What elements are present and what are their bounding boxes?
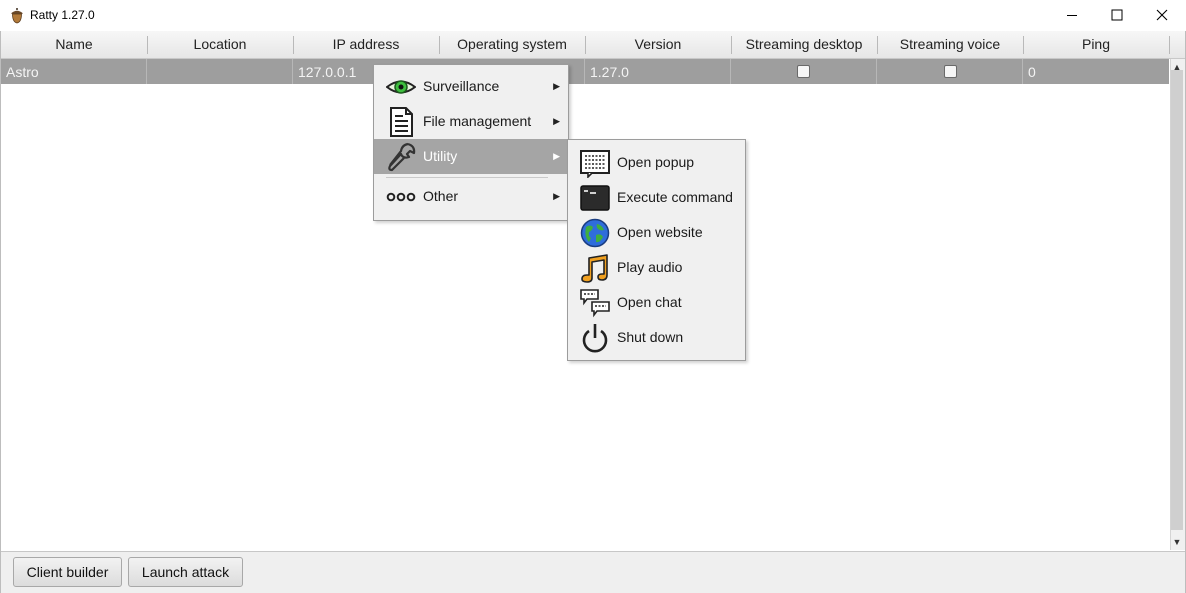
minimize-icon	[1067, 15, 1077, 16]
table-header: Name Location IP address Operating syste…	[1, 31, 1185, 59]
submenu-arrow-icon: ▶	[553, 191, 560, 201]
cell-divider	[730, 59, 731, 84]
streaming-voice-checkbox[interactable]	[944, 65, 957, 78]
column-header-name[interactable]: Name	[1, 31, 147, 58]
cell-divider	[584, 59, 585, 84]
submenu-item-open-website[interactable]: Open website	[568, 215, 745, 250]
submenu-item-play-audio[interactable]: Play audio	[568, 250, 745, 285]
menu-item-label: Utility	[423, 148, 458, 164]
chat-icon	[580, 289, 610, 318]
submenu-item-open-chat[interactable]: Open chat	[568, 285, 745, 320]
scroll-up-icon[interactable]: ▲	[1172, 62, 1182, 72]
close-button[interactable]	[1139, 0, 1185, 30]
submenu-arrow-icon: ▶	[553, 116, 560, 126]
cell-ping: 0	[1028, 64, 1036, 80]
globe-icon	[580, 218, 610, 248]
document-icon	[390, 107, 413, 137]
cell-divider	[1022, 59, 1023, 84]
client-builder-button[interactable]: Client builder	[13, 557, 122, 587]
cell-name: Astro	[6, 64, 39, 80]
title-bar: Ratty 1.27.0	[0, 0, 1186, 31]
column-header-os[interactable]: Operating system	[439, 31, 585, 58]
submenu-arrow-icon: ▶	[553, 81, 560, 91]
utility-submenu: Open popup Execute command Open website …	[567, 139, 746, 361]
submenu-item-label: Open website	[617, 224, 703, 240]
menu-item-label: Surveillance	[423, 78, 500, 94]
menu-item-label: Other	[423, 188, 459, 204]
cell-divider	[292, 59, 293, 84]
submenu-item-label: Play audio	[617, 259, 683, 275]
minimize-button[interactable]	[1049, 0, 1095, 30]
maximize-button[interactable]	[1094, 0, 1140, 30]
streaming-desktop-checkbox[interactable]	[797, 65, 810, 78]
maximize-icon	[1111, 9, 1123, 21]
dots-icon	[386, 192, 416, 202]
terminal-icon	[580, 185, 610, 211]
submenu-item-label: Open chat	[617, 294, 682, 310]
cell-ip: 127.0.0.1	[298, 64, 357, 80]
column-header-streaming-desktop[interactable]: Streaming desktop	[731, 31, 877, 58]
submenu-item-open-popup[interactable]: Open popup	[568, 145, 745, 180]
menu-item-other[interactable]: Other ▶	[374, 179, 568, 214]
wrench-icon	[388, 142, 416, 172]
launch-attack-button[interactable]: Launch attack	[128, 557, 243, 587]
submenu-item-label: Shut down	[617, 329, 684, 345]
cell-divider	[146, 59, 147, 84]
column-header-ip[interactable]: IP address	[293, 31, 439, 58]
submenu-item-execute-command[interactable]: Execute command	[568, 180, 745, 215]
popup-icon	[580, 150, 610, 178]
window-title: Ratty 1.27.0	[30, 8, 95, 22]
submenu-arrow-icon: ▶	[553, 151, 560, 161]
submenu-item-label: Open popup	[617, 154, 695, 170]
cell-version: 1.27.0	[590, 64, 629, 80]
music-note-icon	[581, 254, 608, 283]
acorn-icon	[11, 8, 23, 24]
context-menu: Surveillance ▶ File management ▶ Utility…	[373, 64, 569, 221]
column-header-streaming-voice[interactable]: Streaming voice	[877, 31, 1023, 58]
close-icon	[1156, 9, 1168, 21]
submenu-item-shut-down[interactable]: Shut down	[568, 320, 745, 355]
column-divider[interactable]	[1169, 36, 1170, 54]
column-header-version[interactable]: Version	[585, 31, 731, 58]
power-icon	[582, 324, 608, 353]
cell-divider	[876, 59, 877, 84]
scrollbar-thumb[interactable]	[1171, 70, 1183, 530]
eye-icon	[386, 80, 416, 94]
column-header-ping[interactable]: Ping	[1023, 31, 1169, 58]
menu-separator	[386, 177, 548, 178]
menu-item-surveillance[interactable]: Surveillance ▶	[374, 69, 568, 104]
column-header-location[interactable]: Location	[147, 31, 293, 58]
submenu-item-label: Execute command	[617, 189, 733, 205]
table-row[interactable]: Astro 127.0.0.1 1.27.0 0	[1, 59, 1169, 84]
menu-item-file-management[interactable]: File management ▶	[374, 104, 568, 139]
scroll-down-icon[interactable]: ▼	[1172, 537, 1182, 547]
menu-item-utility[interactable]: Utility ▶	[374, 139, 568, 174]
menu-item-label: File management	[423, 113, 532, 129]
